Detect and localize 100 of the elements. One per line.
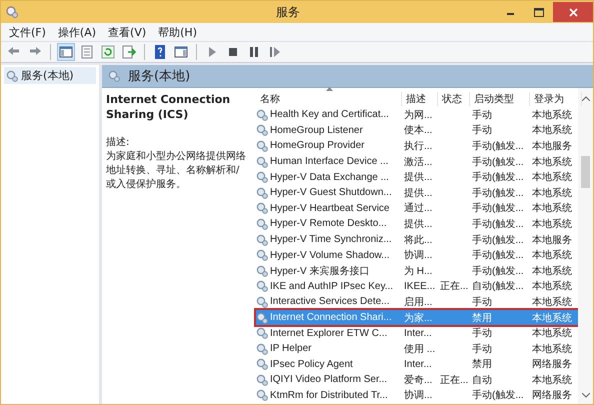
- table-cell-text: 为家...: [403, 312, 434, 325]
- service-row[interactable]: Hyper-V Guest Shutdown... 提供... 手动(触发... 本地系统: [256, 184, 578, 201]
- scroll-up-icon[interactable]: [582, 96, 590, 101]
- table-cell-text: 手动(触发...: [471, 248, 525, 262]
- table-cell-text: 手动(触发...: [471, 218, 525, 231]
- table-cell-text: 使用 ...: [403, 342, 436, 356]
- service-row[interactable]: Hyper-V 来宾服务接口 为 H... 手动(触发... 本地系统: [256, 262, 578, 279]
- table-cell-text: 手动(触发...: [471, 186, 525, 200]
- menu-item[interactable]: 文件(F): [9, 24, 46, 40]
- tree-item[interactable]: 服务(本地): [4, 67, 96, 84]
- service-row[interactable]: Hyper-V Volume Shadow... 协调... 手动(触发... 本地系统: [256, 247, 578, 263]
- service-icon: [256, 202, 268, 214]
- table-cell-text: 本地系统: [531, 342, 573, 356]
- table-cell-text: 禁用: [471, 312, 493, 325]
- service-row[interactable]: HomeGroup Listener 使本... 手动 本地系统: [256, 122, 578, 138]
- refresh-button[interactable]: [99, 43, 117, 61]
- service-row[interactable]: IQIYI Video Platform Ser... 爱奇... 正在... 自动 本地系统: [256, 372, 578, 388]
- table-cell-text: 手动: [471, 296, 493, 309]
- close-button[interactable]: [553, 2, 593, 22]
- table-cell-text: 本地服务: [531, 234, 573, 247]
- table-cell-text: 手动(触发...: [471, 388, 525, 402]
- close-icon: [568, 8, 578, 16]
- table-cell-text: 本地系统: [531, 108, 573, 122]
- services-icon: [6, 70, 18, 82]
- service-row[interactable]: Internet Explorer ETW C... Inter... 手动 本地系统: [256, 325, 578, 341]
- description-label: 描述:: [106, 136, 130, 150]
- table-cell: Health Key and Certificat...: [270, 109, 389, 120]
- table-cell-text: 本地系统: [531, 280, 573, 294]
- table-cell-text: 启用...: [403, 296, 434, 309]
- service-row[interactable]: HomeGroup Provider 执行... 手动(触发... 本地服务: [256, 138, 578, 154]
- service-row[interactable]: IPsec Policy Agent Inter... 禁用 网络服务: [256, 356, 578, 372]
- table-cell: HomeGroup Listener: [270, 124, 363, 136]
- service-row[interactable]: Hyper-V Time Synchroniz... 将此... 手动(触发... 本地服务: [256, 232, 578, 248]
- table-cell-text: 网络服务: [531, 389, 573, 402]
- scrollbar-thumb[interactable]: [581, 156, 590, 188]
- service-row[interactable]: Hyper-V Heartbeat Service 通过... 手动(触发... 本地系统: [256, 200, 578, 216]
- service-name: Internet Connection Sharing (ICS): [106, 92, 232, 122]
- table-cell-text: 正在...: [439, 374, 470, 387]
- table-cell-text: 网络服务: [531, 358, 573, 372]
- menu-item[interactable]: 查看(V): [108, 24, 146, 40]
- table-cell-text: 本地系统: [531, 202, 573, 216]
- table-cell-text: 手动(触发...: [471, 264, 525, 278]
- service-row[interactable]: Interactive Services Dete... 启用... 手动 本地系统: [256, 294, 578, 310]
- table-cell: Human Interface Device ...: [270, 156, 388, 168]
- table-cell: IKE and AuthIP IPsec Key...: [270, 280, 394, 292]
- console-tree-icon: [58, 44, 74, 60]
- table-cell: IPsec Policy Agent: [270, 358, 353, 370]
- service-icon: [256, 156, 268, 168]
- panel-title: 服务(本地): [128, 68, 190, 85]
- table-cell-text: 为网...: [403, 108, 434, 122]
- console-tree-button[interactable]: [57, 43, 75, 61]
- service-icon: [256, 124, 268, 136]
- menu-item[interactable]: 操作(A): [58, 24, 96, 40]
- maximize-icon: [534, 8, 544, 16]
- table-cell-text: 手动(触发...: [471, 234, 525, 247]
- table-cell-text: 激活...: [403, 156, 434, 169]
- table-cell-text: 提供...: [403, 218, 434, 231]
- service-row[interactable]: IP Helper 使用 ... 手动 本地系统: [256, 340, 578, 356]
- table-cell-text: 自动(触发...: [471, 280, 525, 294]
- table-cell-text: 本地系统: [531, 312, 573, 325]
- table-cell: Internet Explorer ETW C...: [270, 328, 388, 339]
- service-icon: [256, 108, 268, 121]
- service-row[interactable]: IKE and AuthIP IPsec Key... IKEE... 正在... 自动(触发... 本地系统: [256, 278, 578, 294]
- scroll-down-icon[interactable]: [582, 393, 590, 398]
- table-cell-text: 本地服务: [531, 140, 573, 153]
- service-icon: [256, 296, 268, 308]
- service-row[interactable]: Hyper-V Remote Deskto... 提供... 手动(触发... 本地系统: [256, 216, 578, 232]
- table-cell: Hyper-V Data Exchange ...: [270, 172, 389, 183]
- service-row[interactable]: Human Interface Device ... 激活... 手动(触发... 本地系统: [256, 154, 578, 170]
- refresh-icon: [100, 44, 116, 60]
- service-row[interactable]: KtmRm for Distributed Tr... 协调... 手动(触发... 网络服务: [256, 388, 578, 404]
- table-cell-text: 禁用: [471, 358, 493, 372]
- service-row[interactable]: Health Key and Certificat... 为网... 手动 本地系统: [256, 107, 578, 123]
- service-row[interactable]: Hyper-V Data Exchange ... 提供... 手动(触发... 本地系统: [256, 169, 578, 185]
- window-title: 服务: [275, 4, 301, 20]
- table-cell-text: 本地系统: [531, 326, 573, 340]
- column-header[interactable]: 状态: [438, 92, 470, 106]
- service-icon: [256, 280, 268, 292]
- service-icon: [256, 218, 268, 230]
- column-header[interactable]: 启动类型: [470, 92, 530, 106]
- table-cell: Hyper-V Heartbeat Service: [270, 202, 390, 214]
- menu-item[interactable]: 帮助(H): [158, 24, 197, 40]
- table-cell: Hyper-V Remote Deskto...: [270, 218, 387, 230]
- service-icon: [256, 374, 268, 386]
- table-cell-text: 本地系统: [531, 374, 573, 387]
- service-icon: [256, 234, 268, 246]
- service-icon: [256, 389, 268, 402]
- export-list-button[interactable]: [120, 43, 138, 61]
- table-cell: Hyper-V Time Synchroniz...: [270, 234, 392, 246]
- table-cell-text: 本地系统: [531, 248, 573, 262]
- service-icon: [256, 186, 268, 199]
- table-cell-text: 自动: [471, 374, 493, 387]
- column-header[interactable]: 描述: [402, 92, 438, 106]
- table-cell-text: 本地系统: [531, 170, 573, 184]
- table-cell-text: 执行...: [403, 140, 434, 153]
- table-cell-text: 本地系统: [531, 186, 573, 200]
- service-icon: [256, 312, 268, 324]
- table-cell-text: 手动: [471, 108, 493, 122]
- table-cell: Internet Connection Shari...: [270, 312, 392, 324]
- service-icon: [256, 358, 268, 370]
